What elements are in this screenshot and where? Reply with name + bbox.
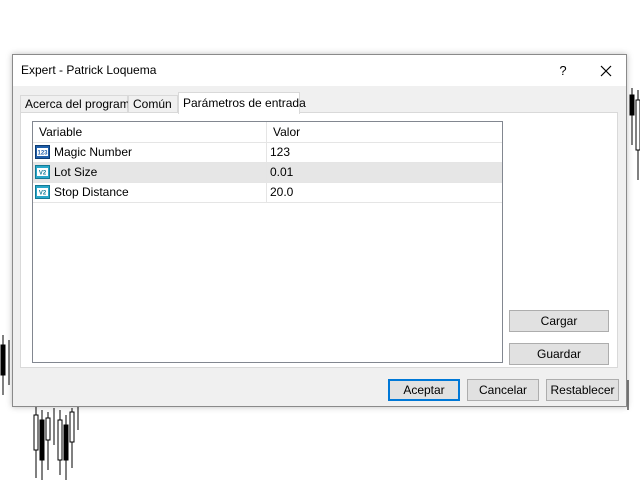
double-icon: V2	[35, 165, 50, 179]
int-icon: 123	[35, 145, 50, 159]
svg-text:V2: V2	[39, 171, 47, 177]
variable-cell: 123 Magic Number	[33, 143, 267, 162]
ok-button[interactable]: Aceptar	[388, 379, 460, 401]
svg-text:123: 123	[37, 151, 48, 157]
variable-cell: V2 Lot Size	[33, 163, 267, 182]
close-icon	[600, 65, 612, 76]
load-button[interactable]: Cargar	[509, 310, 609, 332]
svg-text:V2: V2	[39, 191, 47, 197]
table-header: Variable Valor	[33, 122, 502, 143]
variable-name: Magic Number	[54, 145, 133, 159]
cancel-button[interactable]: Cancelar	[467, 379, 539, 401]
table-row[interactable]: 123 Magic Number 123	[33, 143, 502, 163]
column-header-variable[interactable]: Variable	[33, 122, 267, 142]
variable-name: Lot Size	[54, 165, 98, 179]
expert-dialog: Expert - Patrick Loquema ? Acerca del pr…	[12, 54, 627, 407]
help-button[interactable]: ?	[548, 55, 578, 86]
tab-common[interactable]: Común	[128, 95, 178, 113]
reset-button[interactable]: Restablecer	[546, 379, 619, 401]
value-cell[interactable]: 123	[267, 143, 502, 162]
save-button[interactable]: Guardar	[509, 343, 609, 365]
title-bar[interactable]: Expert - Patrick Loquema ?	[13, 55, 626, 86]
parameters-table: Variable Valor 123 Magic Number 123 V2 L…	[32, 121, 503, 363]
value-cell[interactable]: 20.0	[267, 183, 502, 202]
table-row[interactable]: V2 Stop Distance 20.0	[33, 183, 502, 203]
double-icon: V2	[35, 185, 50, 199]
table-row[interactable]: V2 Lot Size 0.01	[33, 163, 502, 183]
tab-input-parameters[interactable]: Parámetros de entrada	[178, 92, 306, 114]
tab-about[interactable]: Acerca del programa	[20, 95, 136, 113]
variable-name: Stop Distance	[54, 185, 129, 199]
column-header-value[interactable]: Valor	[267, 122, 502, 142]
variable-cell: V2 Stop Distance	[33, 183, 267, 202]
window-title: Expert - Patrick Loquema	[21, 63, 157, 77]
close-button[interactable]	[588, 55, 624, 86]
value-cell[interactable]: 0.01	[267, 163, 502, 182]
